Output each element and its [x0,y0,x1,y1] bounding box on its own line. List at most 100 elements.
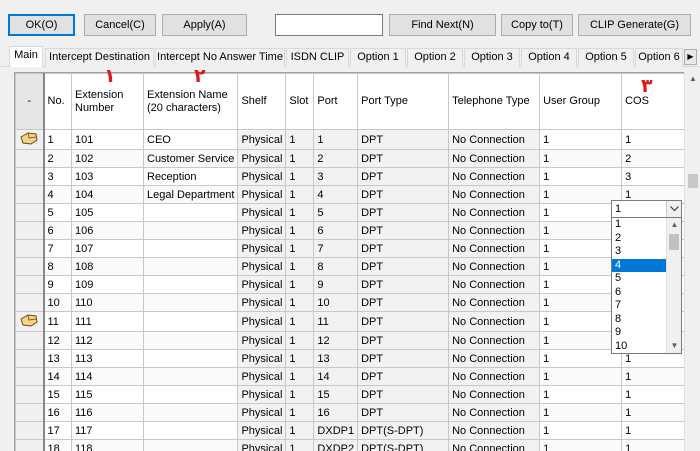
cell-extension-name[interactable]: Reception [142,167,239,186]
cell-port[interactable]: DXDP1 [313,421,359,440]
table-row[interactable]: 16 116 Physical 1 16 DPT No Connection 1 1 [15,403,700,422]
cell-no[interactable]: 2 [43,149,72,168]
select-all-header[interactable]: - [15,73,45,130]
cell-port[interactable]: 5 [313,203,359,222]
cell-user-group[interactable]: 1 [539,349,623,368]
cell-extension-name[interactable] [142,275,239,294]
table-row[interactable]: 12 112 Physical 1 12 DPT No Connection 1 [15,331,700,350]
cos-option[interactable]: 5 [612,272,667,286]
cell-extension-name[interactable] [142,311,239,332]
col-header-port-type[interactable]: Port Type [357,73,450,130]
row-selector[interactable] [15,129,45,150]
row-selector[interactable] [15,257,45,276]
cell-port[interactable]: 10 [313,293,359,312]
row-selector[interactable] [15,293,45,312]
cell-user-group[interactable]: 1 [539,439,623,451]
cancel-button[interactable]: Cancel(C) [84,14,156,36]
tab-option-3[interactable]: Option 3 [464,48,520,67]
grid-vertical-scrollbar[interactable]: ▲ [684,72,700,451]
cell-slot[interactable]: 1 [285,239,315,258]
col-header-slot[interactable]: Slot [285,73,315,130]
cell-port-type[interactable]: DPT [357,257,450,276]
cell-shelf[interactable]: Physical [237,385,287,404]
cell-no[interactable]: 5 [43,203,72,222]
cell-port[interactable]: 11 [313,311,359,332]
cell-extension-name[interactable] [142,367,239,386]
cell-shelf[interactable]: Physical [237,403,287,422]
cell-extension-number[interactable]: 118 [71,439,144,451]
cell-shelf[interactable]: Physical [237,167,287,186]
cell-port[interactable]: 2 [313,149,359,168]
cell-port-type[interactable]: DPT(S-DPT) [357,421,450,440]
cell-extension-name[interactable] [142,403,239,422]
cell-user-group[interactable]: 1 [539,293,623,312]
row-selector[interactable] [15,367,45,386]
col-header-extension-name[interactable]: Extension Name (20 characters) [142,73,239,130]
row-selector[interactable] [15,385,45,404]
tab-isdn-clip[interactable]: ISDN CLIP [286,48,349,67]
cell-telephone-type[interactable]: No Connection [448,331,541,350]
col-header-user-group[interactable]: User Group [539,73,623,130]
cos-option[interactable]: 8 [612,313,667,327]
row-selector[interactable] [15,421,45,440]
cell-extension-name[interactable] [142,385,239,404]
cell-extension-number[interactable]: 114 [71,367,144,386]
cell-port-type[interactable]: DPT [357,239,450,258]
cell-no[interactable]: 15 [43,385,72,404]
cell-telephone-type[interactable]: No Connection [448,149,541,168]
table-row[interactable]: 4 104 Legal Department Physical 1 4 DPT No Conn… [15,185,700,204]
table-row[interactable]: 2 102 Customer Service Physical 1 2 DPT No Conn… [15,149,700,168]
cell-shelf[interactable]: Physical [237,421,287,440]
cell-shelf[interactable]: Physical [237,275,287,294]
cell-extension-name[interactable] [142,293,239,312]
cell-port[interactable]: 7 [313,239,359,258]
cell-no[interactable]: 7 [43,239,72,258]
cell-telephone-type[interactable]: No Connection [448,349,541,368]
row-selector[interactable] [15,349,45,368]
cell-telephone-type[interactable]: No Connection [448,385,541,404]
cell-user-group[interactable]: 1 [539,203,623,222]
cell-slot[interactable]: 1 [285,221,315,240]
row-selector[interactable] [15,221,45,240]
cos-option[interactable]: 6 [612,286,667,300]
cell-port-type[interactable]: DPT [357,349,450,368]
cell-shelf[interactable]: Physical [237,239,287,258]
cell-no[interactable]: 8 [43,257,72,276]
scrollbar-thumb[interactable] [688,174,698,188]
col-header-no[interactable]: No. [43,73,72,130]
cell-extension-number[interactable]: 109 [71,275,144,294]
cell-port[interactable]: 14 [313,367,359,386]
cell-shelf[interactable]: Physical [237,349,287,368]
cell-extension-name[interactable]: Legal Department [142,185,239,204]
cell-port-type[interactable]: DPT [357,275,450,294]
table-row[interactable]: 3 103 Reception Physical 1 3 DPT No Connection 1… [15,167,700,186]
table-row[interactable]: 7 107 Physical 1 7 DPT No Connection 1 [15,239,700,258]
table-row[interactable]: 1 101 CEO Physical 1 1 DPT No Connection 1 1 [15,129,700,150]
cell-extension-number[interactable]: 110 [71,293,144,312]
tab-scroll-right-icon[interactable]: ▶ [684,49,697,65]
cell-extension-number[interactable]: 116 [71,403,144,422]
cell-no[interactable]: 6 [43,221,72,240]
cell-shelf[interactable]: Physical [237,439,287,451]
cell-port[interactable]: 8 [313,257,359,276]
cell-extension-number[interactable]: 106 [71,221,144,240]
row-selector[interactable] [15,331,45,350]
table-row[interactable]: 9 109 Physical 1 9 DPT No Connection 1 [15,275,700,294]
cell-telephone-type[interactable]: No Connection [448,293,541,312]
cell-slot[interactable]: 1 [285,129,315,150]
table-row[interactable]: 13 113 Physical 1 13 DPT No Connection 1 1 [15,349,700,368]
cell-no[interactable]: 9 [43,275,72,294]
cell-user-group[interactable]: 1 [539,331,623,350]
row-selector[interactable] [15,403,45,422]
chevron-up-icon[interactable]: ▲ [667,218,681,232]
cell-user-group[interactable]: 1 [539,129,623,150]
cell-port-type[interactable]: DPT [357,167,450,186]
cell-user-group[interactable]: 1 [539,385,623,404]
cell-user-group[interactable]: 1 [539,275,623,294]
cell-port-type[interactable]: DPT [357,293,450,312]
cell-extension-number[interactable]: 111 [71,311,144,332]
ok-button[interactable]: OK(O) [8,14,75,36]
table-row[interactable]: 18 118 Physical 1 DXDP2 DPT(S-DPT) No Connecti… [15,439,700,451]
cell-port[interactable]: 6 [313,221,359,240]
cell-no[interactable]: 14 [43,367,72,386]
